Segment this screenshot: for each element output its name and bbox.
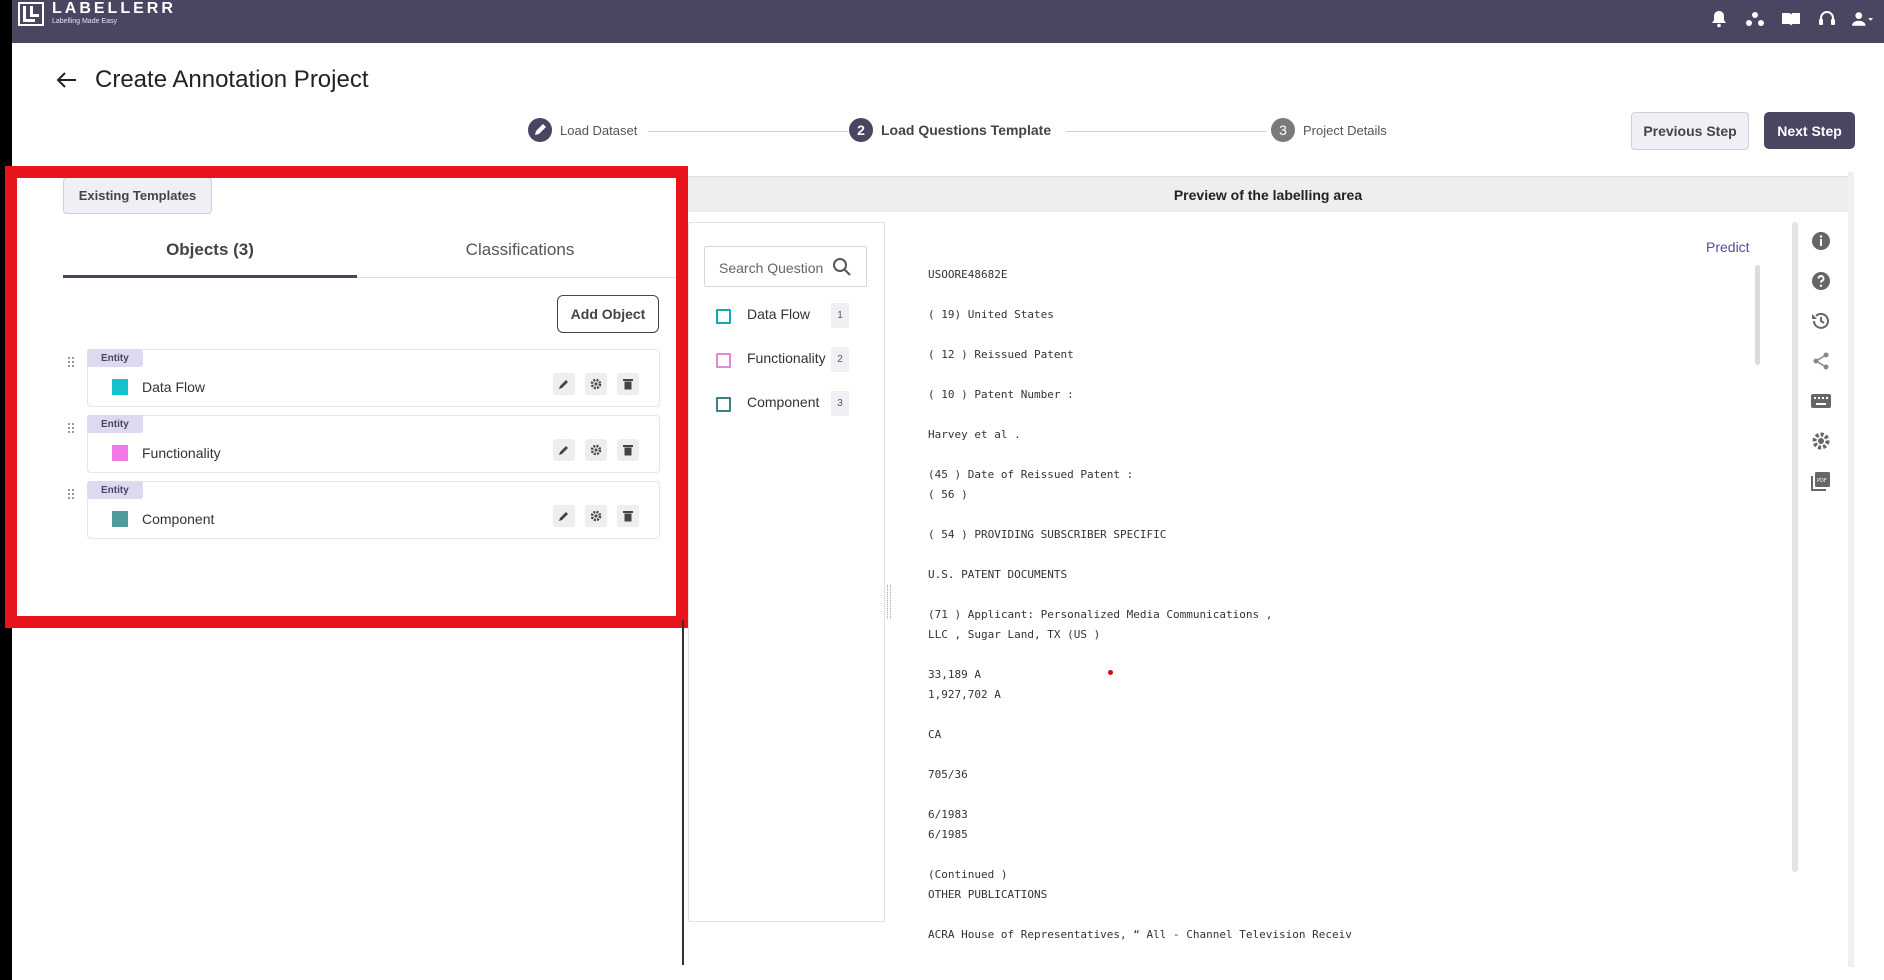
top-navbar: LABELLERR Labelling Made Easy — [12, 0, 1884, 43]
share-icon[interactable] — [1810, 350, 1832, 372]
search-question-input[interactable]: Search Question — [704, 246, 867, 287]
step-label: Project Details — [1303, 122, 1387, 138]
previous-step-button[interactable]: Previous Step — [1631, 112, 1749, 150]
back-arrow-icon[interactable] — [55, 68, 79, 92]
highlight-box — [5, 166, 688, 628]
svg-text:PDF: PDF — [1817, 478, 1827, 484]
document-line: U.S. PATENT DOCUMENTS — [928, 568, 1068, 581]
resize-handle[interactable] — [887, 585, 891, 619]
question-count: 2 — [831, 347, 849, 372]
document-line: ( 12 ) Reissued Patent — [928, 348, 1074, 361]
brand-name: LABELLERR — [52, 0, 176, 17]
viewer-scrollbar[interactable] — [1792, 222, 1798, 872]
settings-icon[interactable] — [1810, 430, 1832, 452]
question-item[interactable]: Data Flow 1 — [716, 303, 849, 328]
cursor-dot — [1108, 670, 1113, 675]
question-item[interactable]: Functionality 2 — [716, 347, 849, 372]
question-label: Functionality — [747, 350, 826, 366]
preview-title: Preview of the labelling area — [688, 176, 1848, 212]
document-line: ( 10 ) Patent Number : — [928, 388, 1074, 401]
info-icon[interactable] — [1810, 230, 1832, 252]
document-line: 1,927,702 A — [928, 688, 1001, 701]
question-label: Data Flow — [747, 306, 811, 322]
step-label: Load Dataset — [560, 122, 638, 138]
step-connector — [648, 131, 848, 132]
brand-tagline: Labelling Made Easy — [52, 18, 117, 25]
step-load-dataset[interactable]: Load Dataset — [528, 118, 637, 142]
document-viewer — [898, 222, 1800, 972]
step-project-details[interactable]: 3 Project Details — [1271, 118, 1387, 142]
document-line: ( 54 ) PROVIDING SUBSCRIBER SPECIFIC — [928, 528, 1167, 541]
document-line: ( 56 ) — [928, 488, 968, 501]
help-icon[interactable] — [1810, 270, 1832, 292]
keyboard-icon[interactable] — [1810, 390, 1832, 412]
document-scrollbar[interactable] — [1755, 265, 1760, 365]
book-icon[interactable] — [1780, 8, 1802, 30]
question-checkbox[interactable] — [716, 353, 731, 368]
step-connector — [1066, 131, 1266, 132]
document-line: 6/1983 — [928, 808, 968, 821]
document-line: ACRA House of Representatives, “ All - C… — [928, 928, 1352, 941]
logo-icon[interactable] — [18, 2, 44, 26]
pencil-check-icon — [528, 118, 552, 142]
stepper: Load Dataset 2 Load Questions Template 3… — [528, 118, 1388, 146]
support-icon[interactable] — [1816, 8, 1838, 30]
step-number: 2 — [849, 118, 873, 142]
question-checkbox[interactable] — [716, 397, 731, 412]
search-icon[interactable] — [832, 257, 852, 277]
step-label: Load Questions Template — [881, 122, 1052, 138]
question-count: 1 — [831, 303, 849, 328]
question-checkbox[interactable] — [716, 309, 731, 324]
predict-link[interactable]: Predict — [1706, 239, 1750, 255]
question-label: Component — [747, 394, 820, 410]
document-line: CA — [928, 728, 942, 741]
header-icons — [1708, 8, 1874, 30]
page-scrollbar[interactable] — [1848, 172, 1854, 967]
step-number: 3 — [1271, 118, 1295, 142]
document-line: (71 ) Applicant: Personalized Media Comm… — [928, 608, 1273, 621]
user-icon[interactable] — [1852, 8, 1874, 30]
document-line: LLC , Sugar Land, TX (US ) — [928, 628, 1101, 641]
document-line: Harvey et al . — [928, 428, 1021, 441]
next-step-button[interactable]: Next Step — [1764, 112, 1855, 149]
panel-divider — [682, 620, 684, 965]
pdf-icon[interactable]: PDF — [1810, 470, 1832, 492]
document-line: USOORE48682E — [928, 268, 1008, 281]
search-placeholder: Search Question — [719, 260, 824, 276]
question-count: 3 — [831, 391, 849, 416]
history-icon[interactable] — [1810, 310, 1832, 332]
org-icon[interactable] — [1744, 8, 1766, 30]
question-panel — [688, 222, 885, 922]
document-line: 33,189 A — [928, 668, 981, 681]
bell-icon[interactable] — [1708, 8, 1730, 30]
step-load-questions-template[interactable]: 2 Load Questions Template — [849, 118, 1051, 142]
document-line: ( 19) United States — [928, 308, 1054, 321]
document-line: (45 ) Date of Reissued Patent : — [928, 468, 1134, 481]
document-line: (Continued ) — [928, 868, 1008, 881]
document-line: 6/1985 — [928, 828, 968, 841]
document-line: OTHER PUBLICATIONS — [928, 888, 1048, 901]
document-line: 705/36 — [928, 768, 968, 781]
question-item[interactable]: Component 3 — [716, 391, 849, 416]
page-title: Create Annotation Project — [95, 66, 369, 93]
